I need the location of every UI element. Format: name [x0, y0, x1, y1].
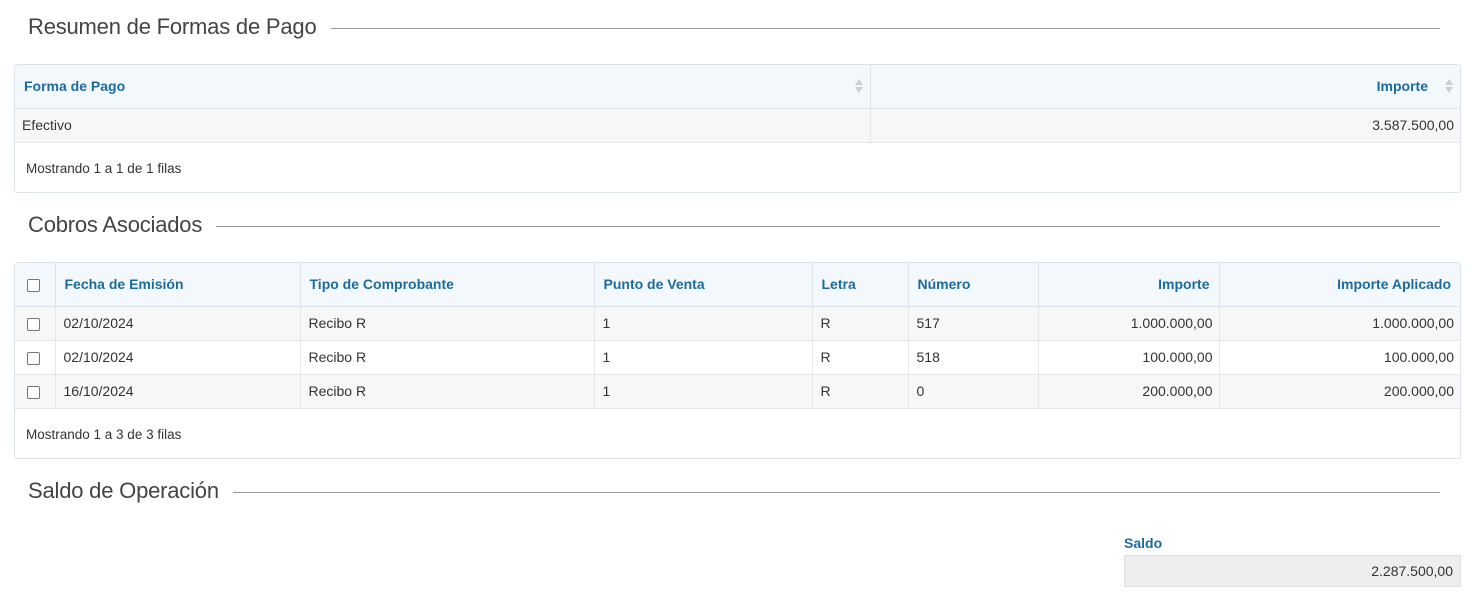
cell-fecha: 16/10/2024 — [55, 374, 301, 409]
select-all-checkbox[interactable] — [27, 279, 40, 293]
cell-importe: 100.000,00 — [1038, 340, 1220, 375]
sort-icon[interactable] — [854, 78, 863, 94]
table-row[interactable]: Efectivo 3.587.500,00 — [15, 108, 1460, 143]
cell-numero: 0 — [908, 374, 1039, 409]
column-header-importe-aplicado[interactable]: Importe Aplicado — [1219, 263, 1460, 307]
cell-letra: R — [812, 306, 909, 341]
cell-punto: 1 — [594, 374, 813, 409]
cell-punto: 1 — [594, 306, 813, 341]
column-header-label: Forma de Pago — [24, 78, 126, 95]
cell-importe-aplicado: 100.000,00 — [1219, 340, 1460, 375]
column-header-label: Importe Aplicado — [1337, 276, 1451, 293]
cell-importe: 200.000,00 — [1038, 374, 1220, 409]
table-row[interactable]: 02/10/2024 Recibo R 1 R 517 1.000.000,00… — [15, 306, 1460, 341]
column-header-punto-de-venta[interactable]: Punto de Venta — [594, 263, 813, 307]
pagination-info: Mostrando 1 a 3 de 3 filas — [26, 426, 182, 442]
table-row[interactable]: 02/10/2024 Recibo R 1 R 518 100.000,00 1… — [15, 340, 1460, 375]
payments-title-text: Resumen de Formas de Pago — [28, 14, 317, 39]
sort-icon[interactable] — [1445, 78, 1453, 94]
balance-section-title: Saldo de Operación — [28, 478, 1440, 504]
column-header-tipo-de-comprobante[interactable]: Tipo de Comprobante — [300, 263, 595, 307]
column-header-forma-de-pago[interactable]: Forma de Pago — [15, 65, 871, 109]
cell-importe-aplicado: 200.000,00 — [1219, 374, 1460, 409]
row-checkbox[interactable] — [27, 317, 40, 331]
section-divider — [232, 491, 1440, 493]
collections-table: Fecha de Emisión Tipo de Comprobante Pun… — [15, 263, 1460, 409]
collections-title-text: Cobros Asociados — [28, 212, 203, 237]
column-header-label: Punto de Venta — [603, 276, 705, 293]
collections-section-title: Cobros Asociados — [28, 212, 1440, 238]
column-header-letra[interactable]: Letra — [812, 263, 909, 307]
payments-panel: Forma de Pago Importe Efectivo 3.587.500… — [14, 64, 1461, 193]
saldo-field: 2.287.500,00 — [1124, 555, 1461, 587]
cell-numero: 518 — [908, 340, 1039, 375]
saldo-label: Saldo — [1124, 535, 1163, 551]
cell-fecha: 02/10/2024 — [55, 306, 301, 341]
column-header-label: Número — [917, 276, 971, 293]
cell-forma-de-pago: Efectivo — [15, 108, 871, 143]
cell-tipo: Recibo R — [300, 374, 595, 409]
cell-tipo: Recibo R — [300, 306, 595, 341]
cell-importe-aplicado: 1.000.000,00 — [1219, 306, 1460, 341]
cell-fecha: 02/10/2024 — [55, 340, 301, 375]
cell-punto: 1 — [594, 340, 813, 375]
cell-importe: 1.000.000,00 — [1038, 306, 1220, 341]
row-checkbox[interactable] — [27, 385, 40, 399]
select-all-header[interactable] — [15, 263, 56, 307]
column-header-label: Fecha de Emisión — [64, 276, 184, 293]
column-header-label: Importe — [1158, 276, 1210, 293]
cell-numero: 517 — [908, 306, 1039, 341]
column-header-importe[interactable]: Importe — [1038, 263, 1220, 307]
payments-table: Forma de Pago Importe Efectivo 3.587.500… — [15, 65, 1460, 143]
column-header-importe[interactable]: Importe — [870, 65, 1460, 109]
cell-tipo: Recibo R — [300, 340, 595, 375]
row-checkbox[interactable] — [27, 351, 40, 365]
section-divider — [216, 225, 1440, 227]
column-header-label: Tipo de Comprobante — [309, 276, 454, 293]
column-header-label: Importe — [1376, 78, 1428, 95]
collections-panel: Fecha de Emisión Tipo de Comprobante Pun… — [14, 262, 1461, 459]
pagination-info: Mostrando 1 a 1 de 1 filas — [26, 160, 182, 176]
column-header-fecha-de-emision[interactable]: Fecha de Emisión — [55, 263, 301, 307]
row-select-cell[interactable] — [15, 306, 56, 341]
balance-title-text: Saldo de Operación — [28, 478, 219, 503]
row-select-cell[interactable] — [15, 374, 56, 409]
row-select-cell[interactable] — [15, 340, 56, 375]
column-header-label: Letra — [821, 276, 856, 293]
cell-letra: R — [812, 340, 909, 375]
payments-section-title: Resumen de Formas de Pago — [28, 14, 1440, 40]
table-row[interactable]: 16/10/2024 Recibo R 1 R 0 200.000,00 200… — [15, 374, 1460, 409]
cell-letra: R — [812, 374, 909, 409]
section-divider — [330, 27, 1440, 29]
cell-importe: 3.587.500,00 — [870, 108, 1460, 143]
column-header-numero[interactable]: Número — [908, 263, 1039, 307]
